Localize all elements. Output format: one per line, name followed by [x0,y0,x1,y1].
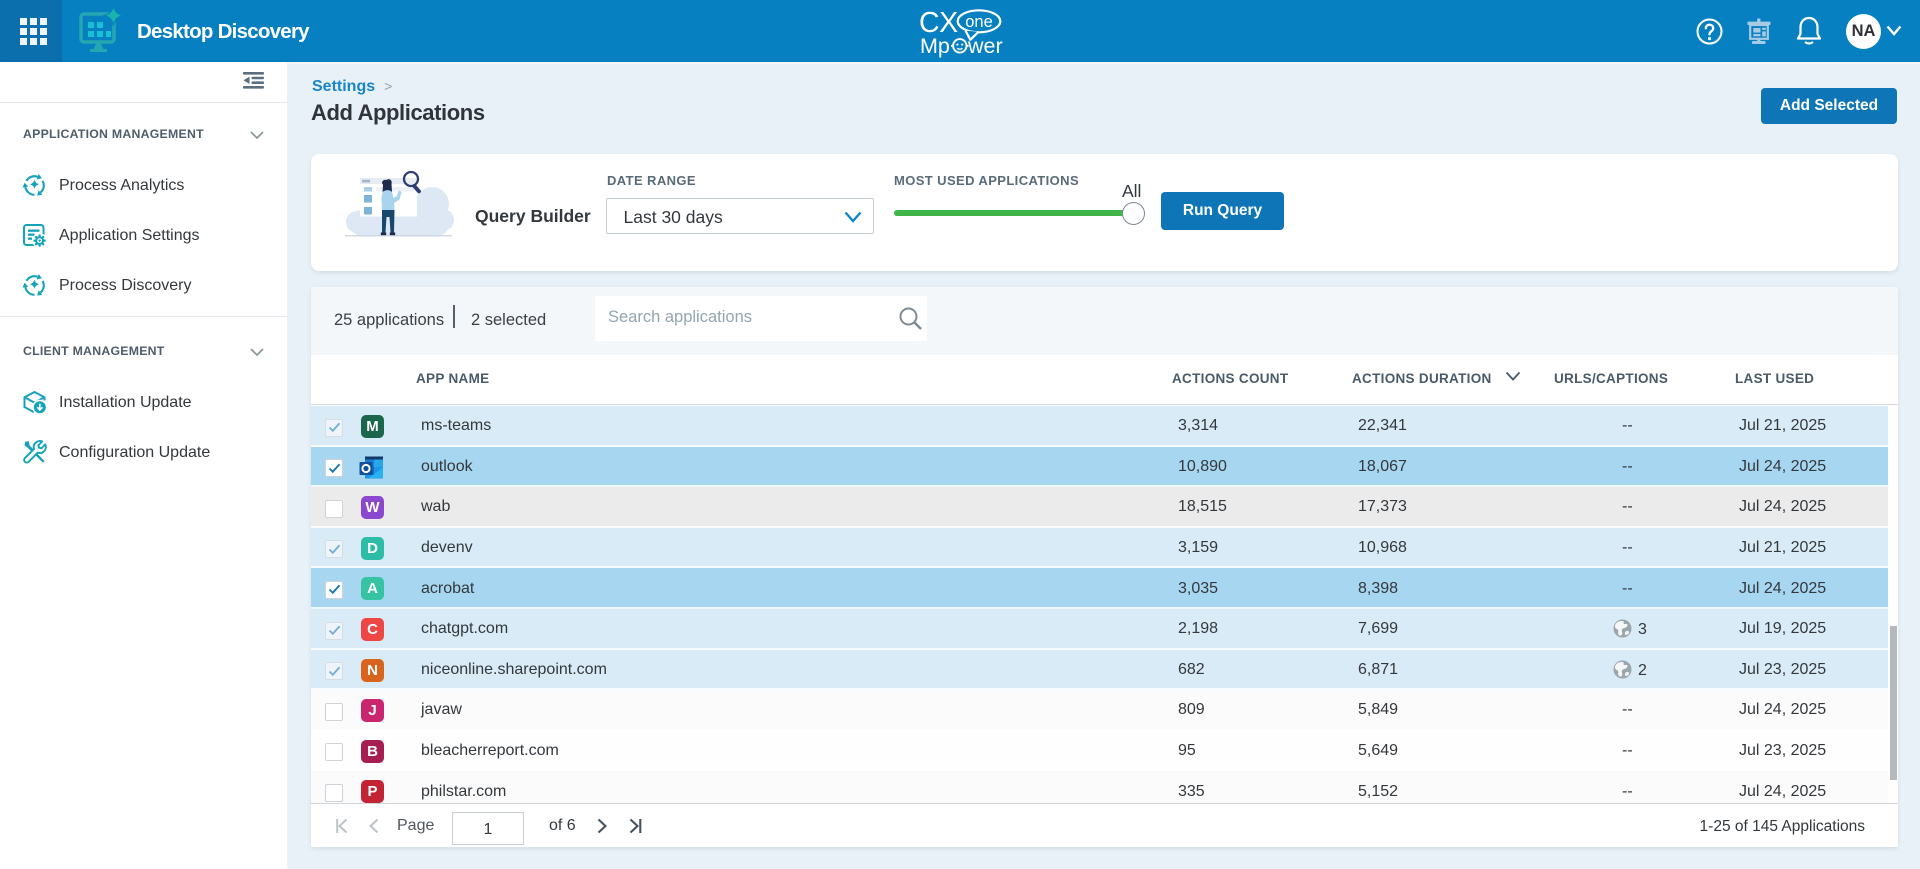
svg-text:wer: wer [967,34,1003,58]
svg-text:one: one [965,13,993,31]
svg-text:Mp: Mp [920,34,950,58]
